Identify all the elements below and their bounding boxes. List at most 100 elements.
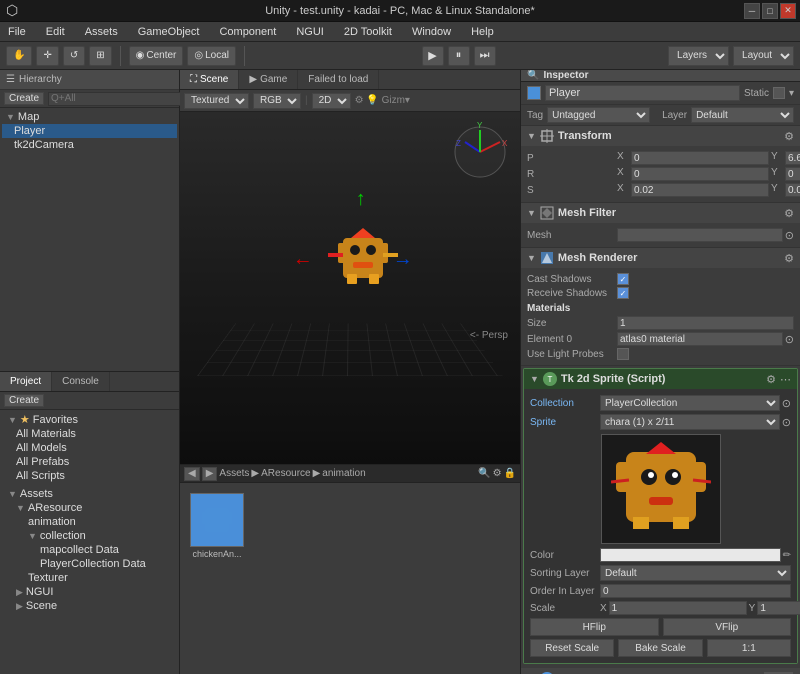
project-create-button[interactable]: Create [4,394,44,407]
tree-mapcollect[interactable]: mapcollect Data [4,543,175,557]
fav-all-models[interactable]: All Models [4,441,175,455]
tab-scene[interactable]: ⛶ Scene [180,70,239,89]
fav-all-materials[interactable]: All Materials [4,427,175,441]
collection-select-icon[interactable]: ⊙ [782,397,791,410]
tab-game[interactable]: ▶ Game [239,70,298,89]
object-name-input[interactable] [545,85,740,101]
receive-shadows-checkbox[interactable]: ✓ [617,287,629,299]
minimize-button[interactable]: ─ [744,3,760,19]
meshrenderer-settings-icon[interactable]: ⚙ [784,252,794,265]
close-button[interactable]: ✕ [780,3,796,19]
collection-select[interactable]: PlayerCollection [600,395,780,411]
menu-window[interactable]: Window [408,25,455,39]
element0-input[interactable] [617,332,783,346]
tree-ngui[interactable]: ▶ NGUI [4,585,175,599]
tk2d-settings-icon[interactable]: ⚙ [766,373,776,386]
tab-console[interactable]: Console [52,372,110,391]
step-button[interactable]: ⏭ [474,46,496,66]
menu-ngui[interactable]: NGUI [292,25,328,39]
size-input[interactable] [617,316,794,330]
hierarchy-item-map[interactable]: ▼ Map [2,110,177,124]
color-picker-icon[interactable]: ✏ [783,550,791,561]
move-tool[interactable]: ✛ [36,46,58,66]
scene-viewport[interactable]: ↑ ← → X Z Y <- Persp [180,112,520,464]
color-swatch[interactable] [600,548,781,562]
layers-dropdown[interactable]: Layers [668,46,729,66]
scene-mode-dropdown[interactable]: Textured [184,93,249,109]
menu-help[interactable]: Help [467,25,498,39]
hierarchy-create-button[interactable]: Create [4,92,44,105]
menu-edit[interactable]: Edit [42,25,69,39]
tree-playercollection[interactable]: PlayerCollection Data [4,557,175,571]
mesh-filter-header[interactable]: ▼ Mesh Filter ⚙ [521,203,800,223]
tree-scene[interactable]: ▶ Scene [4,599,175,613]
menu-2dtoolkit[interactable]: 2D Toolkit [340,25,396,39]
assets-root[interactable]: ▼ Assets [4,487,175,501]
bake-scale-button[interactable]: Bake Scale [618,639,702,657]
hierarchy-search-input[interactable] [48,92,186,106]
transform-header[interactable]: ▼ Transform ⚙ [521,126,800,146]
sorting-select[interactable]: Default [600,565,791,581]
dropdown-arrow-static[interactable]: ▾ [789,88,794,99]
menu-component[interactable]: Component [215,25,280,39]
layer-select[interactable]: Default [691,107,794,123]
cast-shadows-checkbox[interactable]: ✓ [617,273,629,285]
pos-y[interactable] [785,151,800,165]
rotate-tool[interactable]: ↺ [63,46,85,66]
hierarchy-item-camera[interactable]: tk2dCamera [2,138,177,152]
reset-scale-button[interactable]: Reset Scale [530,639,614,657]
maximize-button[interactable]: □ [762,3,778,19]
scale-y[interactable] [785,183,800,197]
tk2d-menu-icon[interactable]: ⋯ [780,373,791,386]
transform-settings-icon[interactable]: ⚙ [784,130,794,143]
pos-x[interactable] [631,151,769,165]
element0-select-icon[interactable]: ⊙ [785,333,794,346]
fav-all-scripts[interactable]: All Scripts [4,469,175,483]
tree-collection[interactable]: ▼ collection [4,529,175,543]
local-button[interactable]: ◎ Local [187,46,236,66]
vflip-button[interactable]: VFlip [663,618,792,636]
tag-select[interactable]: Untagged [547,107,650,123]
nav-forward-button[interactable]: ▶ [202,467,218,481]
hand-tool[interactable]: ✋ [6,46,32,66]
asset-item-chicken[interactable]: chickenAn... [188,491,246,561]
lightprobes-checkbox[interactable] [617,348,629,360]
menu-assets[interactable]: Assets [81,25,122,39]
rot-x[interactable] [631,167,769,181]
mesh-renderer-header[interactable]: ▼ Mesh Renderer ⚙ [521,248,800,268]
tree-animation[interactable]: animation [4,515,175,529]
fav-all-prefabs[interactable]: All Prefabs [4,455,175,469]
sprite-select-icon[interactable]: ⊙ [782,416,791,429]
scene-2d-dropdown[interactable]: 2D [312,93,351,109]
menu-gameobject[interactable]: GameObject [134,25,204,39]
sprite-select[interactable]: chara (1) x 2/11 [600,414,780,430]
scene-rgb-dropdown[interactable]: RGB [253,93,301,109]
center-button[interactable]: ◉ Center [129,46,184,66]
static-checkbox[interactable] [773,87,785,99]
favorites-header[interactable]: ▼ ★ Favorites [4,412,175,427]
order-input[interactable] [600,584,791,598]
lock-icon[interactable]: 🔒 [504,468,516,479]
scale-x[interactable] [631,183,769,197]
meshfilter-settings-icon[interactable]: ⚙ [784,207,794,220]
mesh-select-icon[interactable]: ⊙ [785,229,794,242]
play-button[interactable]: ▶ [422,46,444,66]
hflip-button[interactable]: HFlip [530,618,659,636]
hierarchy-item-player[interactable]: Player [2,124,177,138]
tk2d-sy[interactable] [757,601,800,615]
rot-y[interactable] [785,167,800,181]
nav-back-button[interactable]: ◀ [184,467,200,481]
object-active-checkbox[interactable] [527,86,541,100]
tab-project[interactable]: Project [0,372,52,391]
tree-texturer[interactable]: Texturer [4,571,175,585]
pause-button[interactable]: ⏸ [448,46,470,66]
tab-failed[interactable]: Failed to load [298,70,379,89]
tk2d-header[interactable]: ▼ T Tk 2d Sprite (Script) ⚙ ⋯ [524,369,797,389]
layout-dropdown[interactable]: Layout [733,46,794,66]
menu-file[interactable]: File [4,25,30,39]
scale-tool[interactable]: ⊞ [89,46,111,66]
ratio-button[interactable]: 1:1 [707,639,791,657]
settings-icon[interactable]: ⚙ [493,468,502,479]
mesh-input[interactable] [617,228,783,242]
tree-aresource[interactable]: ▼ AResource [4,501,175,515]
